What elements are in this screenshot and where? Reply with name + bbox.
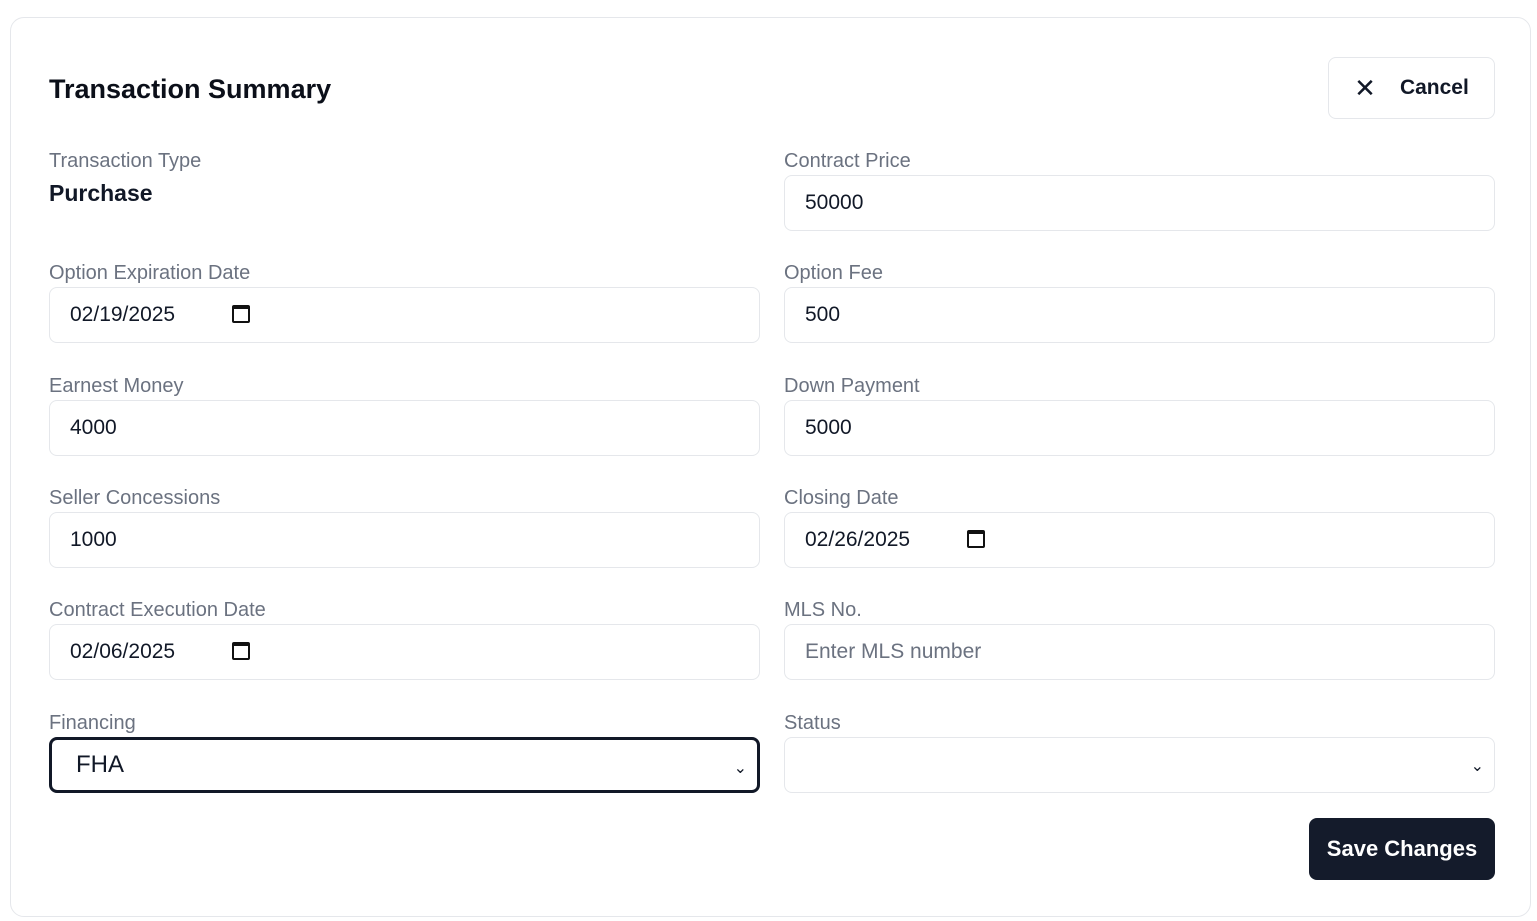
contract-price-label: Contract Price <box>784 150 911 172</box>
seller-concessions-value: 1000 <box>70 528 117 551</box>
closing-date-label: Closing Date <box>784 487 899 509</box>
status-field: Status ⌄ <box>784 710 1495 793</box>
contract-execution-date-value: 02/06/2025 <box>70 640 176 663</box>
contract-execution-date-input[interactable]: 02/06/2025 <box>49 624 760 680</box>
transaction-type-value: Purchase <box>49 180 153 206</box>
cancel-button[interactable]: ✕ Cancel <box>1328 57 1495 119</box>
contract-execution-date-field: Contract Execution Date 02/06/2025 <box>49 597 760 680</box>
earnest-money-label: Earnest Money <box>49 375 184 397</box>
down-payment-field: Down Payment 5000 <box>784 373 1495 456</box>
mls-no-field: MLS No. Enter MLS number <box>784 597 1495 680</box>
option-fee-label: Option Fee <box>784 262 883 284</box>
close-icon: ✕ <box>1354 72 1376 103</box>
option-fee-input[interactable]: 500 <box>784 287 1495 343</box>
financing-select[interactable]: FHA ⌄ <box>49 737 760 793</box>
status-select[interactable]: ⌄ <box>784 737 1495 793</box>
cancel-label: Cancel <box>1399 76 1469 99</box>
financing-label: Financing <box>49 712 136 734</box>
down-payment-label: Down Payment <box>784 375 920 397</box>
calendar-icon[interactable] <box>967 530 985 548</box>
mls-no-input[interactable]: Enter MLS number <box>784 624 1495 680</box>
transaction-summary-card: Transaction Summary ✕ Cancel Transaction … <box>10 17 1531 917</box>
financing-value: FHA <box>76 751 124 778</box>
seller-concessions-input[interactable]: 1000 <box>49 512 760 568</box>
option-expiration-date-label: Option Expiration Date <box>49 262 251 284</box>
mls-no-placeholder: Enter MLS number <box>805 640 982 663</box>
contract-price-field: Contract Price 50000 <box>784 148 1495 231</box>
chevron-down-icon: ⌄ <box>733 760 747 777</box>
option-expiration-date-input[interactable]: 02/19/2025 <box>49 287 760 343</box>
page-title: Transaction Summary <box>49 74 332 104</box>
option-fee-value: 500 <box>805 303 841 326</box>
mls-no-label: MLS No. <box>784 599 862 621</box>
save-changes-button[interactable]: Save Changes <box>1309 818 1495 880</box>
status-label: Status <box>784 712 841 734</box>
earnest-money-value: 4000 <box>70 416 117 439</box>
closing-date-field: Closing Date 02/26/2025 <box>784 485 1495 568</box>
option-expiration-date-field: Option Expiration Date 02/19/2025 <box>49 260 760 343</box>
transaction-type-field: Transaction Type Purchase <box>49 148 760 207</box>
financing-field: Financing FHA ⌄ <box>49 710 760 793</box>
option-fee-field: Option Fee 500 <box>784 260 1495 343</box>
earnest-money-input[interactable]: 4000 <box>49 400 760 456</box>
down-payment-value: 5000 <box>805 416 852 439</box>
contract-price-value: 50000 <box>805 191 864 214</box>
seller-concessions-field: Seller Concessions 1000 <box>49 485 760 568</box>
calendar-icon[interactable] <box>232 642 250 660</box>
seller-concessions-label: Seller Concessions <box>49 487 221 509</box>
transaction-type-label: Transaction Type <box>49 150 202 172</box>
down-payment-input[interactable]: 5000 <box>784 400 1495 456</box>
chevron-down-icon: ⌄ <box>1470 758 1484 775</box>
earnest-money-field: Earnest Money 4000 <box>49 373 760 456</box>
calendar-icon[interactable] <box>232 305 250 323</box>
closing-date-value: 02/26/2025 <box>805 528 911 551</box>
closing-date-input[interactable]: 02/26/2025 <box>784 512 1495 568</box>
contract-execution-date-label: Contract Execution Date <box>49 599 266 621</box>
option-expiration-date-value: 02/19/2025 <box>70 303 176 326</box>
contract-price-input[interactable]: 50000 <box>784 175 1495 231</box>
